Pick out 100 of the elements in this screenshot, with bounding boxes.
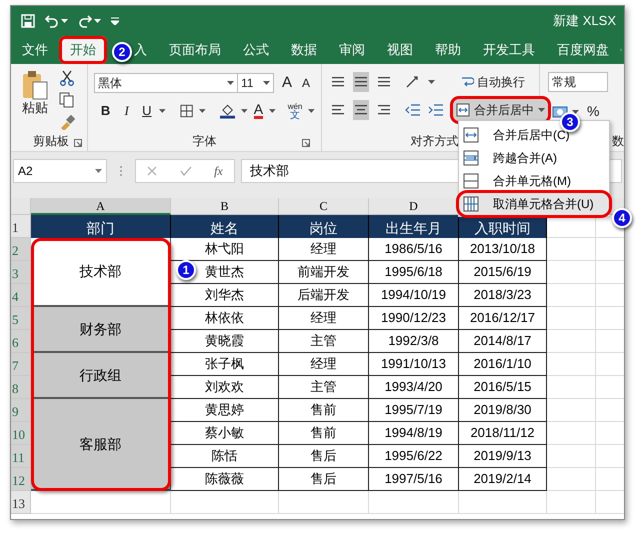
ribbon-tab[interactable]: 数据 bbox=[280, 36, 328, 64]
table-cell: 主管 bbox=[279, 376, 369, 399]
ribbon-tab[interactable]: 开始 bbox=[59, 36, 107, 64]
customize-icon[interactable] bbox=[111, 17, 119, 25]
wrap-text-button[interactable]: 自动换行 bbox=[460, 73, 525, 91]
header-cell: 姓名 bbox=[171, 215, 279, 238]
menu-item[interactable]: 取消单元格合并(U) bbox=[459, 193, 609, 215]
scissors-icon[interactable] bbox=[59, 70, 75, 86]
merged-cell[interactable]: 客服部 bbox=[31, 399, 171, 491]
dialog-launcher-icon[interactable] bbox=[74, 139, 82, 147]
caret-icon[interactable] bbox=[428, 80, 435, 84]
ribbon-tab[interactable]: 百度网盘 bbox=[546, 36, 620, 64]
redo-icon[interactable] bbox=[78, 14, 92, 28]
align-icon[interactable] bbox=[353, 100, 369, 120]
close-icon[interactable] bbox=[147, 166, 158, 176]
font-size-field[interactable]: 11 bbox=[238, 73, 274, 93]
row-header[interactable]: 6 bbox=[11, 330, 31, 353]
table-cell: 经理 bbox=[279, 307, 369, 330]
drag-handle-icon[interactable] bbox=[119, 165, 123, 177]
increase-indent-icon[interactable] bbox=[428, 103, 444, 117]
table-cell: 蔡小敏 bbox=[171, 422, 279, 445]
font-color-button[interactable]: A bbox=[254, 102, 264, 120]
ribbon-tab[interactable]: 审阅 bbox=[328, 36, 376, 64]
row-header[interactable]: 5 bbox=[11, 307, 31, 330]
table-cell: 刘欢欢 bbox=[171, 376, 279, 399]
ribbon-tab[interactable]: 公式 bbox=[232, 36, 280, 64]
row-header[interactable]: 3 bbox=[11, 261, 31, 284]
fill-bucket-icon[interactable] bbox=[220, 102, 236, 119]
caret-icon[interactable] bbox=[94, 19, 101, 23]
italic-button[interactable]: I bbox=[119, 101, 134, 120]
row-header[interactable]: 4 bbox=[11, 284, 31, 307]
ribbon-tab[interactable]: 视图 bbox=[376, 36, 424, 64]
caret-icon[interactable] bbox=[159, 108, 166, 113]
check-icon[interactable] bbox=[180, 166, 192, 176]
caret-icon[interactable] bbox=[227, 81, 234, 85]
table-cell: 售前 bbox=[279, 422, 369, 445]
table-cell: 售后 bbox=[279, 468, 369, 491]
row-header[interactable]: 12 bbox=[11, 468, 31, 491]
caret-icon[interactable] bbox=[241, 108, 248, 113]
insert-function-button[interactable]: fx bbox=[214, 162, 223, 180]
table-cell: 1994/8/19 bbox=[369, 422, 459, 445]
vertical-align-icon[interactable] bbox=[353, 72, 369, 92]
column-header[interactable]: A bbox=[31, 198, 171, 215]
caret-icon[interactable] bbox=[199, 108, 206, 113]
ribbon-tab[interactable]: 帮助 bbox=[424, 36, 472, 64]
grow-font-button[interactable]: A bbox=[282, 75, 292, 91]
border-icon[interactable] bbox=[180, 104, 194, 118]
row-header[interactable]: 7 bbox=[11, 353, 31, 376]
table-cell: 刘华杰 bbox=[171, 284, 279, 307]
copy-icon[interactable] bbox=[59, 92, 75, 108]
merge-center-button[interactable]: 合并后居中 bbox=[453, 99, 548, 121]
row-header[interactable]: 11 bbox=[11, 445, 31, 468]
ribbon-tab[interactable]: 文件 bbox=[11, 36, 59, 64]
row-header[interactable]: 13 bbox=[11, 491, 31, 514]
table-cell: 陈恬 bbox=[171, 445, 279, 468]
name-box[interactable]: A2 bbox=[13, 159, 107, 183]
row-header[interactable]: 9 bbox=[11, 399, 31, 422]
paste-button[interactable]: 粘贴 bbox=[15, 64, 55, 131]
number-format-field[interactable]: 常规 bbox=[548, 72, 608, 92]
table-cell: 2018/11/12 bbox=[459, 422, 547, 445]
table-cell: 1994/10/19 bbox=[369, 284, 459, 307]
decrease-indent-icon[interactable] bbox=[405, 103, 421, 117]
window-title: 新建 XLSX bbox=[553, 12, 616, 30]
row-header[interactable]: 1 bbox=[11, 215, 31, 238]
group-label: 数 bbox=[612, 133, 624, 150]
table-cell: 1995/6/18 bbox=[369, 261, 459, 284]
table-cell: 张子枫 bbox=[171, 353, 279, 376]
row-header[interactable]: 8 bbox=[11, 376, 31, 399]
underline-button[interactable]: U bbox=[140, 101, 154, 120]
percent-button[interactable]: % bbox=[587, 101, 600, 122]
ribbon-tab[interactable]: 页面布局 bbox=[158, 36, 232, 64]
table-cell: 1992/3/8 bbox=[369, 330, 459, 353]
caret-icon[interactable] bbox=[538, 108, 545, 112]
font-field[interactable]: 黑体 bbox=[94, 73, 238, 93]
undo-icon[interactable] bbox=[45, 14, 59, 28]
phonetic-button[interactable]: wén 文 bbox=[288, 102, 302, 120]
row-header[interactable]: 2 bbox=[11, 238, 31, 261]
table-cell: 1993/4/20 bbox=[369, 376, 459, 399]
caret-icon[interactable] bbox=[61, 19, 68, 23]
caret-icon[interactable] bbox=[95, 169, 102, 173]
currency-icon[interactable] bbox=[552, 104, 568, 118]
group-label: 字体 bbox=[192, 133, 216, 150]
ribbon-tab[interactable]: 开发工具 bbox=[472, 36, 546, 64]
column-header[interactable]: D bbox=[369, 198, 459, 215]
ribbon-tab[interactable]: 入 bbox=[134, 36, 158, 64]
table-cell: 2019/9/13 bbox=[459, 445, 547, 468]
save-icon[interactable] bbox=[21, 14, 35, 28]
column-header[interactable]: B bbox=[171, 198, 279, 215]
shrink-font-button[interactable]: A bbox=[302, 75, 310, 91]
table-cell: 黄思婷 bbox=[171, 399, 279, 422]
caret-icon[interactable] bbox=[263, 81, 270, 85]
callout-badge: 4 bbox=[612, 208, 632, 228]
table-cell: 林依依 bbox=[171, 307, 279, 330]
caret-icon[interactable] bbox=[269, 108, 276, 113]
caret-icon[interactable] bbox=[308, 108, 315, 113]
bold-button[interactable]: B bbox=[98, 101, 114, 120]
dialog-launcher-icon[interactable] bbox=[302, 139, 310, 147]
column-header[interactable]: C bbox=[279, 198, 369, 215]
brush-icon[interactable] bbox=[59, 114, 75, 130]
row-header[interactable]: 10 bbox=[11, 422, 31, 445]
